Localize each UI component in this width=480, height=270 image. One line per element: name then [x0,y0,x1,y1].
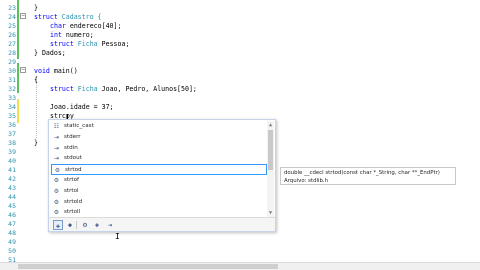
code-line-25[interactable]: char endereco[40]; [50,22,121,31]
autocomplete-item[interactable]: ☷ static_cast [51,121,267,132]
mouse-cursor-icon: I [115,232,120,241]
autocomplete-item-label: stdin [64,144,78,151]
autocomplete-item-label: strtol [64,187,79,194]
autocomplete-scrollbar[interactable]: ▲ ▼ [267,121,274,217]
horizontal-scrollbar[interactable] [0,262,480,270]
line-number: 47 [8,220,16,228]
function-icon: ⚙ [53,209,60,217]
filter-separator [76,221,77,229]
scroll-up-icon[interactable]: ▲ [268,122,273,128]
line-number: 25 [8,22,16,30]
line-number: 23 [8,4,16,12]
collapse-main-icon[interactable]: − [20,67,26,73]
keyword-icon: ☷ [53,123,60,130]
autocomplete-list[interactable]: ☷ static_cast ⇥ stderr ⇥ stdin ⇥ stdout ⚙ strtod ⚙… [49,120,267,218]
line-number: 29 [8,58,16,66]
autocomplete-popup[interactable]: ☷ static_cast ⇥ stderr ⇥ stdin ⇥ stdout ⚙ strtod ⚙… [48,119,276,232]
line-number: 24 [8,13,16,21]
code-line-27[interactable]: struct Ficha Pessoa; [50,40,129,49]
autocomplete-item-label: strtold [64,198,83,205]
line-number: 37 [8,130,16,138]
autocomplete-item[interactable]: ⚙ strtod [51,164,267,176]
line-number: 32 [8,85,16,93]
saved-change-bar [17,0,19,59]
line-number: 45 [8,202,16,210]
scroll-thumb[interactable] [268,130,273,170]
code-line-34[interactable]: Joao.idade = 37; [50,103,114,112]
unsaved-change-bar [17,99,19,123]
line-number: 35 [8,112,16,120]
code-line-32[interactable]: struct Ficha Joao, Pedro, Alunos[50]; [50,85,197,94]
line-number: 26 [8,31,16,39]
member-filter-icon[interactable]: ◈ [92,220,102,230]
macro-filter-icon[interactable]: ⇥ [105,220,115,230]
line-number: 46 [8,211,16,219]
autocomplete-item-label: static_cast [64,123,94,129]
line-number: 36 [8,121,16,129]
macro-icon: ⇥ [53,155,60,163]
function-icon: ⚙ [53,177,60,184]
autocomplete-item-label: stderr [64,133,81,140]
autocomplete-item[interactable]: ⚙ strtold [51,197,267,208]
line-number: 31 [8,76,16,84]
macro-icon: ⇥ [53,144,60,152]
all-filter-icon[interactable]: ✚ [53,220,63,230]
code-line-37[interactable]: } [34,139,38,148]
saved-change-bar [17,63,19,93]
autocomplete-item[interactable]: ⇥ stderr [51,132,267,143]
line-number: 30 [8,67,16,75]
autocomplete-item[interactable]: ⚙ strtol [51,186,267,197]
function-icon: ⚙ [54,167,61,175]
scroll-down-icon[interactable]: ▼ [268,210,273,216]
line-number: 27 [8,40,16,48]
line-number: 40 [8,157,16,165]
tooltip-signature: double __cdecl strtod(const char *_Strin… [284,170,440,176]
line-number: 28 [8,49,16,57]
code-line-24[interactable]: struct Cadastro { [34,13,102,22]
line-number: 34 [8,103,16,111]
line-number: 42 [8,175,16,183]
macro-icon: ⇥ [53,133,60,141]
code-line-28[interactable]: } Dados; [34,49,66,58]
horizontal-scroll-thumb[interactable] [18,264,278,269]
signature-tooltip: double __cdecl strtod(const char *_Strin… [280,167,456,185]
function-filter-icon[interactable]: ⚙ [80,220,90,230]
class-filter-icon[interactable]: ◆ [65,220,75,230]
line-number: 39 [8,148,16,156]
function-icon: ⚙ [53,187,60,195]
code-line-23[interactable]: } [34,4,38,13]
line-number: 48 [8,229,16,237]
line-number: 33 [8,94,16,102]
code-line-26[interactable]: int numero; [50,31,94,40]
autocomplete-item[interactable]: ⇥ stdin [51,143,267,154]
line-number: 43 [8,184,16,192]
line-number: 44 [8,193,16,201]
code-line-31[interactable]: { [34,76,38,85]
autocomplete-item-label: stdout [64,155,82,162]
tooltip-file: Arquivo: stdlib.h [284,178,329,184]
autocomplete-item[interactable]: ⚙ strtof [51,175,267,186]
autocomplete-item[interactable]: ⇥ stdout [51,153,267,164]
line-number: 41 [8,166,16,174]
autocomplete-filter-bar: ✚ ◆ ⚙ ◈ ⇥ [49,217,275,231]
autocomplete-item-label: strtof [64,177,79,183]
line-number: 50 [8,247,16,255]
block-guide [36,76,37,138]
line-number: 38 [8,139,16,147]
line-number: 49 [8,238,16,246]
function-icon: ⚙ [53,198,60,206]
collapse-struct-icon[interactable]: − [20,13,26,19]
code-line-30[interactable]: void main() [34,67,78,76]
